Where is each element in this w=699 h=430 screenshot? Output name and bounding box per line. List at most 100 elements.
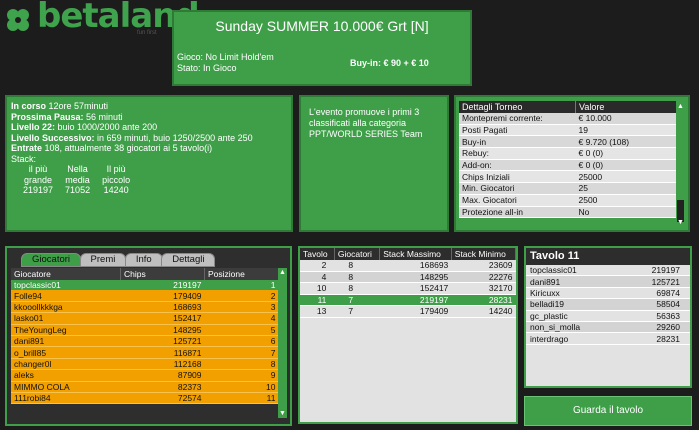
player-name: changer0l bbox=[11, 358, 121, 371]
status-entrate: Entrate 108, attualmente 38 giocatori ai… bbox=[11, 143, 213, 153]
seat-player-name: gc_plastic bbox=[526, 310, 621, 322]
details-header-name: Dettagli Torneo bbox=[459, 101, 576, 113]
table-players: 7 bbox=[334, 305, 380, 318]
players-header-name[interactable]: Giocatore bbox=[11, 268, 121, 280]
player-name: lasko01 bbox=[11, 312, 121, 325]
buyin-label: Buy-in: € 90 + € 10 bbox=[350, 58, 429, 68]
details-row: Chips Iniziali 25000 bbox=[459, 170, 677, 184]
players-header-position[interactable]: Posizione bbox=[204, 268, 279, 280]
table-row[interactable]: 10 8 152417 32170 bbox=[300, 282, 516, 295]
table-11-title: Tavolo 11 bbox=[526, 248, 690, 265]
table-number: 2 bbox=[300, 260, 335, 272]
seat-row[interactable]: Kiricuxx 69874 bbox=[526, 287, 690, 300]
player-position: 11 bbox=[204, 392, 279, 405]
details-row-value: € 0 (0) bbox=[575, 159, 677, 172]
tables-header-stack-min[interactable]: Stack Minimo bbox=[451, 248, 517, 260]
player-chips: 72574 bbox=[120, 392, 205, 405]
seat-row[interactable]: gc_plastic 56363 bbox=[526, 310, 690, 322]
table-number: 11 bbox=[300, 294, 335, 306]
seat-row[interactable]: interdrago 28231 bbox=[526, 332, 690, 345]
details-panel: Dettagli Torneo Valore Montepremi corren… bbox=[454, 95, 690, 232]
details-row: Min. Giocatori 25 bbox=[459, 182, 677, 195]
player-position: 1 bbox=[204, 280, 279, 291]
player-row[interactable]: o_brill85 116871 7 bbox=[11, 346, 279, 359]
player-row[interactable]: topclassic01 219197 1 bbox=[11, 280, 279, 291]
tab-premi[interactable]: Premi bbox=[79, 253, 127, 267]
player-row[interactable]: kkooollkkkga 168693 3 bbox=[11, 301, 279, 314]
logo-tagline: fun first bbox=[137, 30, 157, 36]
table-stack-max: 179409 bbox=[379, 305, 452, 318]
players-tabs: Giocatori Premi Info Dettagli bbox=[21, 253, 216, 267]
details-header-value: Valore bbox=[575, 101, 677, 113]
player-chips: 87909 bbox=[120, 369, 205, 382]
player-name: TheYoungLeg bbox=[11, 324, 121, 336]
tables-header-tavolo[interactable]: Tavolo bbox=[300, 248, 335, 260]
player-row[interactable]: TheYoungLeg 148295 5 bbox=[11, 324, 279, 336]
details-row-label: Rebuy: bbox=[459, 147, 576, 160]
player-name: MIMMO COLA bbox=[11, 381, 121, 393]
details-row-value: No bbox=[575, 206, 677, 219]
player-row[interactable]: MIMMO COLA 82373 10 bbox=[11, 381, 279, 393]
player-row[interactable]: aleks 87909 9 bbox=[11, 369, 279, 382]
tab-info[interactable]: Info bbox=[124, 253, 163, 267]
player-name: aleks bbox=[11, 369, 121, 382]
table-players: 7 bbox=[334, 294, 380, 306]
details-scrollbar[interactable]: ▲ ▼ bbox=[676, 102, 685, 227]
seat-player-name: interdrago bbox=[526, 332, 621, 345]
table-stack-max: 152417 bbox=[379, 282, 452, 295]
seat-row[interactable]: topclassic01 219197 bbox=[526, 265, 690, 277]
details-row-value: 25000 bbox=[575, 170, 677, 184]
player-row[interactable]: lasko01 152417 4 bbox=[11, 312, 279, 325]
status-livello-successivo: Livello Successivo: in 659 minuti, buio … bbox=[11, 132, 253, 143]
watch-table-button[interactable]: Guarda il tavolo bbox=[524, 396, 692, 426]
table-row[interactable]: 11 7 219197 28231 bbox=[300, 294, 516, 306]
details-row-value: € 10.000 bbox=[575, 113, 677, 125]
stack-header-smallest: Il più piccolo bbox=[102, 164, 131, 185]
seat-player-name: Kiricuxx bbox=[526, 287, 621, 300]
player-chips: 116871 bbox=[120, 346, 205, 359]
table-11-panel: Tavolo 11 topclassic01 219197 dani891 12572… bbox=[524, 246, 692, 388]
seat-row[interactable]: non_si_molla 29260 bbox=[526, 321, 690, 334]
event-info-text: L'evento promuove i primi 3 classificati… bbox=[309, 107, 423, 139]
players-scrollbar[interactable]: ▲ ▼ bbox=[278, 268, 287, 418]
details-row: Posti Pagati 19 bbox=[459, 124, 677, 137]
player-row[interactable]: 111robi84 72574 11 bbox=[11, 392, 279, 405]
table-row[interactable]: 2 8 168693 23609 bbox=[300, 260, 516, 272]
tables-panel: Tavolo Giocatori Stack Massimo Stack Min… bbox=[298, 246, 518, 424]
player-position: 8 bbox=[204, 358, 279, 371]
status-in-corso: In corso 12ore 57minuti bbox=[11, 101, 109, 111]
table-11-players: topclassic01 219197 dani891 125721 Kiricuxx 6… bbox=[526, 265, 690, 345]
table-stack-max: 148295 bbox=[379, 271, 452, 283]
player-row[interactable]: changer0l 112168 8 bbox=[11, 358, 279, 371]
table-row[interactable]: 13 7 179409 14240 bbox=[300, 305, 516, 318]
table-stack-max: 219197 bbox=[379, 294, 452, 306]
details-row-value: € 9.720 (108) bbox=[575, 135, 677, 149]
seat-row[interactable]: belladi19 58504 bbox=[526, 298, 690, 311]
player-position: 9 bbox=[204, 369, 279, 382]
stack-value-average: 71052 bbox=[65, 185, 91, 195]
stack-value-smallest: 14240 bbox=[103, 185, 129, 195]
player-row[interactable]: Folle94 179409 2 bbox=[11, 290, 279, 302]
details-row: Montepremi corrente: € 10.000 bbox=[459, 113, 677, 125]
seat-player-name: topclassic01 bbox=[526, 265, 621, 277]
seat-row[interactable]: dani891 125721 bbox=[526, 275, 690, 288]
scroll-up-icon[interactable]: ▲ bbox=[676, 102, 685, 111]
scroll-down-icon[interactable]: ▼ bbox=[676, 218, 685, 227]
tournament-header: Sunday SUMMER 10.000€ Grt [N] Gioco: No … bbox=[172, 10, 472, 86]
tab-dettagli[interactable]: Dettagli bbox=[161, 253, 216, 267]
table-row[interactable]: 4 8 148295 22276 bbox=[300, 271, 516, 283]
scroll-down-icon[interactable]: ▼ bbox=[278, 409, 287, 418]
player-position: 4 bbox=[204, 312, 279, 325]
player-position: 3 bbox=[204, 301, 279, 314]
details-row: Protezione all-in No bbox=[459, 206, 677, 219]
player-row[interactable]: dani891 125721 6 bbox=[11, 335, 279, 348]
tables-header-stack-max[interactable]: Stack Massimo bbox=[379, 248, 452, 260]
seat-player-chips: 125721 bbox=[620, 275, 690, 288]
scroll-up-icon[interactable]: ▲ bbox=[278, 268, 287, 277]
seat-player-chips: 58504 bbox=[620, 298, 690, 311]
players-header-chips[interactable]: Chips bbox=[120, 268, 205, 280]
players-panel: Giocatori Premi Info Dettagli Giocatore … bbox=[5, 246, 292, 426]
status-panel: In corso 12ore 57minuti Prossima Pausa: … bbox=[5, 95, 293, 232]
tables-header-giocatori[interactable]: Giocatori bbox=[334, 248, 381, 260]
tab-giocatori[interactable]: Giocatori bbox=[21, 253, 82, 267]
